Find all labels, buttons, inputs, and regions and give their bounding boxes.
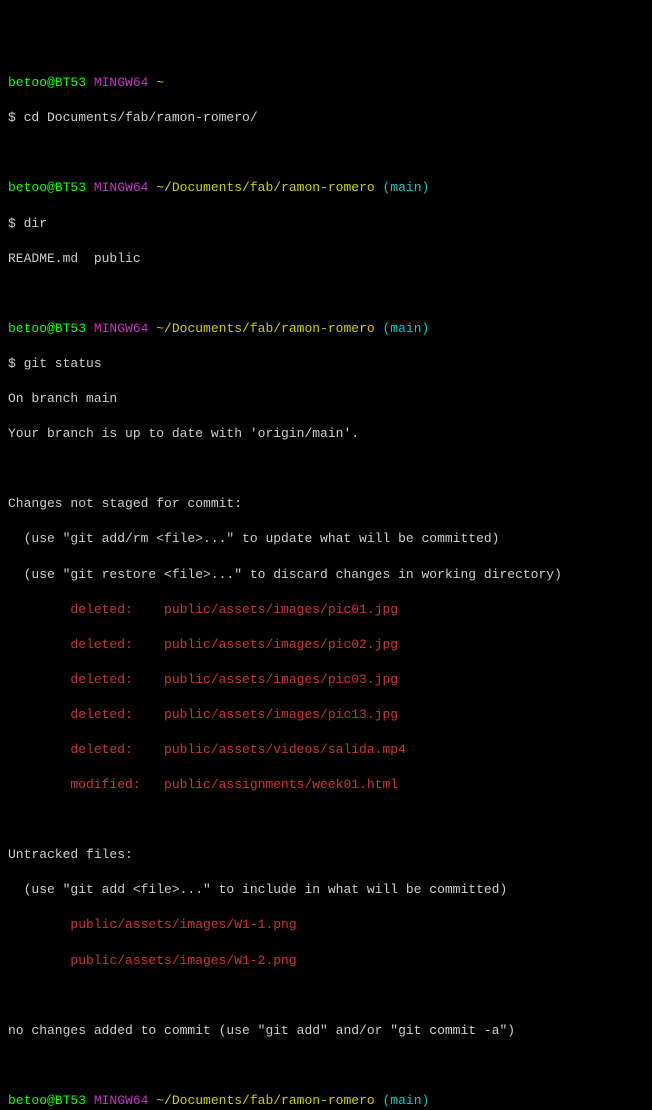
output-line: Untracked files: [8, 846, 644, 864]
prompt-line: betoo@BT53 MINGW64 ~/Documents/fab/ramon… [8, 179, 644, 197]
output-line: Changes not staged for commit: [8, 495, 644, 513]
prompt-host: MINGW64 [86, 75, 148, 90]
prompt-line: betoo@BT53 MINGW64 ~ [8, 74, 644, 92]
command-line[interactable]: $ git status [8, 355, 644, 373]
blank-line [8, 144, 644, 162]
prompt-user: betoo@BT53 [8, 180, 86, 195]
prompt-line: betoo@BT53 MINGW64 ~/Documents/fab/ramon… [8, 320, 644, 338]
blank-line [8, 987, 644, 1005]
deleted-file-line: deleted: public/assets/images/pic01.jpg [8, 601, 644, 619]
blank-line [8, 811, 644, 829]
deleted-file-line: deleted: public/assets/videos/salida.mp4 [8, 741, 644, 759]
deleted-file-line: deleted: public/assets/images/pic02.jpg [8, 636, 644, 654]
output-line: On branch main [8, 390, 644, 408]
untracked-file-line: public/assets/images/W1-1.png [8, 916, 644, 934]
blank-line [8, 460, 644, 478]
command-line[interactable]: $ dir [8, 215, 644, 233]
prompt-branch: (main) [375, 180, 430, 195]
prompt-path: ~/Documents/fab/ramon-romero [148, 180, 374, 195]
output-line: README.md public [8, 250, 644, 268]
prompt-branch: (main) [375, 321, 430, 336]
untracked-file-line: public/assets/images/W1-2.png [8, 952, 644, 970]
prompt-host: MINGW64 [86, 180, 148, 195]
prompt-user: betoo@BT53 [8, 75, 86, 90]
prompt-host: MINGW64 [86, 321, 148, 336]
blank-line [8, 1057, 644, 1075]
output-line: (use "git add/rm <file>..." to update wh… [8, 530, 644, 548]
prompt-user: betoo@BT53 [8, 321, 86, 336]
output-line: (use "git add <file>..." to include in w… [8, 881, 644, 899]
prompt-user: betoo@BT53 [8, 1093, 86, 1108]
prompt-path: ~/Documents/fab/ramon-romero [148, 321, 374, 336]
prompt-branch: (main) [375, 1093, 430, 1108]
deleted-file-line: deleted: public/assets/images/pic03.jpg [8, 671, 644, 689]
prompt-line: betoo@BT53 MINGW64 ~/Documents/fab/ramon… [8, 1092, 644, 1110]
prompt-host: MINGW64 [86, 1093, 148, 1108]
output-line: Your branch is up to date with 'origin/m… [8, 425, 644, 443]
output-line: (use "git restore <file>..." to discard … [8, 566, 644, 584]
deleted-file-line: deleted: public/assets/images/pic13.jpg [8, 706, 644, 724]
prompt-path: ~/Documents/fab/ramon-romero [148, 1093, 374, 1108]
modified-file-line: modified: public/assignments/week01.html [8, 776, 644, 794]
blank-line [8, 285, 644, 303]
prompt-path: ~ [148, 75, 164, 90]
command-line[interactable]: $ cd Documents/fab/ramon-romero/ [8, 109, 644, 127]
output-line: no changes added to commit (use "git add… [8, 1022, 644, 1040]
